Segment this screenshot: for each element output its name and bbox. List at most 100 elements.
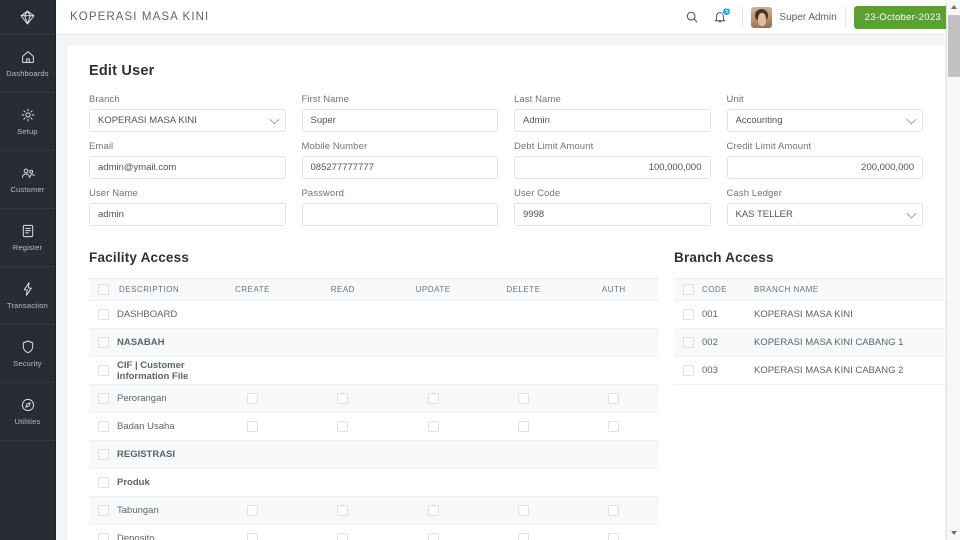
sidebar-item-label: Register bbox=[12, 243, 43, 252]
sidebar-item-register[interactable]: Register bbox=[0, 209, 55, 267]
perm-checkbox-update[interactable] bbox=[427, 420, 439, 432]
perm-checkbox-delete[interactable] bbox=[517, 532, 529, 540]
perm-checkbox-read[interactable] bbox=[337, 392, 349, 404]
column-header-create: CREATE bbox=[207, 278, 298, 301]
sidebar-item-dashboards[interactable]: Dashboards bbox=[0, 35, 55, 93]
sidebar-item-security[interactable]: Security bbox=[0, 325, 55, 383]
label-unit: Unit bbox=[726, 94, 744, 105]
row-select-checkbox[interactable] bbox=[682, 364, 694, 376]
perm-checkbox-update[interactable] bbox=[427, 532, 439, 540]
row-description: Perorangan bbox=[117, 384, 208, 413]
app-logo[interactable] bbox=[0, 0, 55, 35]
sidebar-item-setup[interactable]: Setup bbox=[0, 93, 55, 151]
scroll-down-button[interactable] bbox=[947, 526, 960, 540]
input-first-name[interactable]: Super bbox=[301, 109, 498, 132]
value-cash-ledger: KAS TELLER bbox=[735, 209, 793, 220]
perm-checkbox-delete[interactable] bbox=[517, 504, 529, 516]
notifications-button[interactable]: 5 bbox=[706, 0, 734, 35]
perm-checkbox-update[interactable] bbox=[427, 392, 439, 404]
select-branch[interactable]: KOPERASI MASA KINI bbox=[89, 109, 286, 132]
content-area: KOPERASI MASA KINI 5 Super Admin 23-Octo… bbox=[56, 0, 960, 540]
perm-checkbox-auth[interactable] bbox=[608, 420, 620, 432]
perm-checkbox-auth[interactable] bbox=[608, 532, 620, 540]
row-select-checkbox[interactable] bbox=[97, 308, 109, 320]
field-mobile-number: Mobile Number 085277777777 bbox=[301, 141, 498, 179]
field-user-code: User Code 9998 bbox=[514, 188, 711, 226]
select-all-checkbox[interactable] bbox=[682, 284, 694, 295]
table-row: REGISTRASI bbox=[89, 440, 659, 469]
label-debt-limit-amount: Debt Limit Amount bbox=[514, 141, 594, 152]
perm-cell-update bbox=[387, 524, 479, 540]
perm-cell-create bbox=[207, 496, 298, 525]
row-branch-code: 002 bbox=[702, 328, 754, 357]
vertical-scrollbar[interactable] bbox=[946, 0, 960, 540]
scrollbar-thumb[interactable] bbox=[948, 15, 960, 77]
sidebar-item-transaction[interactable]: Transaction bbox=[0, 267, 55, 325]
perm-checkbox-auth[interactable] bbox=[608, 392, 620, 404]
perm-checkbox-create[interactable] bbox=[246, 504, 258, 516]
user-menu[interactable]: Super Admin bbox=[751, 6, 837, 28]
perm-cell-create bbox=[207, 524, 298, 540]
row-description: Produk bbox=[117, 468, 208, 497]
date-button[interactable]: 23-October-2023 bbox=[853, 5, 952, 29]
field-email: Email admin@ymail.com bbox=[89, 141, 286, 179]
row-select-checkbox[interactable] bbox=[682, 336, 694, 348]
perm-checkbox-auth[interactable] bbox=[608, 504, 620, 516]
perm-cell-auth bbox=[568, 496, 659, 525]
perm-checkbox-read[interactable] bbox=[337, 420, 349, 432]
select-cash-ledger[interactable]: KAS TELLER bbox=[726, 203, 923, 226]
perm-checkbox-create[interactable] bbox=[246, 532, 258, 540]
input-last-name[interactable]: Admin bbox=[514, 109, 711, 132]
sidebar-item-utilities[interactable]: Utilities bbox=[0, 383, 55, 441]
perm-checkbox-read[interactable] bbox=[337, 504, 349, 516]
field-unit: Unit Accounting bbox=[726, 94, 923, 132]
divider bbox=[844, 7, 846, 27]
perm-checkbox-read[interactable] bbox=[337, 532, 349, 540]
label-branch: Branch bbox=[89, 94, 120, 105]
app-root: Dashboards Setup Customer Register Transacti… bbox=[0, 0, 960, 540]
input-user-code[interactable]: 9998 bbox=[514, 203, 711, 226]
input-password[interactable] bbox=[301, 203, 498, 226]
input-credit-limit-amount[interactable]: 200,000,000 bbox=[726, 156, 923, 179]
row-checkbox-cell bbox=[89, 356, 117, 385]
perm-cell-delete bbox=[478, 356, 569, 385]
select-unit[interactable]: Accounting bbox=[726, 109, 923, 132]
perm-cell-auth bbox=[568, 468, 659, 497]
perm-cell-delete bbox=[478, 300, 569, 329]
row-select-checkbox[interactable] bbox=[97, 392, 109, 404]
facility-table-body: DASHBOARD NASABAH CIF | Customer Informati… bbox=[89, 300, 659, 540]
row-select-checkbox[interactable] bbox=[97, 364, 109, 376]
perm-checkbox-delete[interactable] bbox=[517, 392, 529, 404]
perm-cell-update bbox=[387, 328, 479, 357]
row-select-checkbox[interactable] bbox=[97, 336, 109, 348]
search-button[interactable] bbox=[678, 0, 706, 35]
row-description: REGISTRASI bbox=[117, 440, 208, 469]
input-email[interactable]: admin@ymail.com bbox=[89, 156, 286, 179]
scroll-up-button[interactable] bbox=[947, 0, 960, 14]
row-select-checkbox[interactable] bbox=[97, 448, 109, 460]
row-checkbox-cell bbox=[89, 524, 117, 540]
input-user-name[interactable]: admin bbox=[89, 203, 286, 226]
perm-cell-auth bbox=[568, 412, 659, 441]
select-all-checkbox[interactable] bbox=[97, 284, 109, 295]
perm-checkbox-create[interactable] bbox=[246, 392, 258, 404]
perm-cell-delete bbox=[478, 440, 569, 469]
row-select-checkbox[interactable] bbox=[97, 476, 109, 488]
perm-checkbox-update[interactable] bbox=[427, 504, 439, 516]
perm-checkbox-delete[interactable] bbox=[517, 420, 529, 432]
edit-user-card: Edit User Branch KOPERASI MASA KINI First … bbox=[66, 44, 946, 540]
field-debt-limit-amount: Debt Limit Amount 100,000,000 bbox=[514, 141, 711, 179]
perm-cell-read bbox=[297, 524, 388, 540]
value-user-name: admin bbox=[98, 209, 124, 220]
row-select-checkbox[interactable] bbox=[97, 532, 109, 540]
perm-cell-create bbox=[207, 412, 298, 441]
input-mobile-number[interactable]: 085277777777 bbox=[301, 156, 498, 179]
divider bbox=[742, 7, 744, 27]
perm-checkbox-create[interactable] bbox=[246, 420, 258, 432]
input-debt-limit-amount[interactable]: 100,000,000 bbox=[514, 156, 711, 179]
row-select-checkbox[interactable] bbox=[97, 420, 109, 432]
row-select-checkbox[interactable] bbox=[682, 308, 694, 320]
sidebar-item-customer[interactable]: Customer bbox=[0, 151, 55, 209]
row-select-checkbox[interactable] bbox=[97, 504, 109, 516]
field-first-name: First Name Super bbox=[301, 94, 498, 132]
